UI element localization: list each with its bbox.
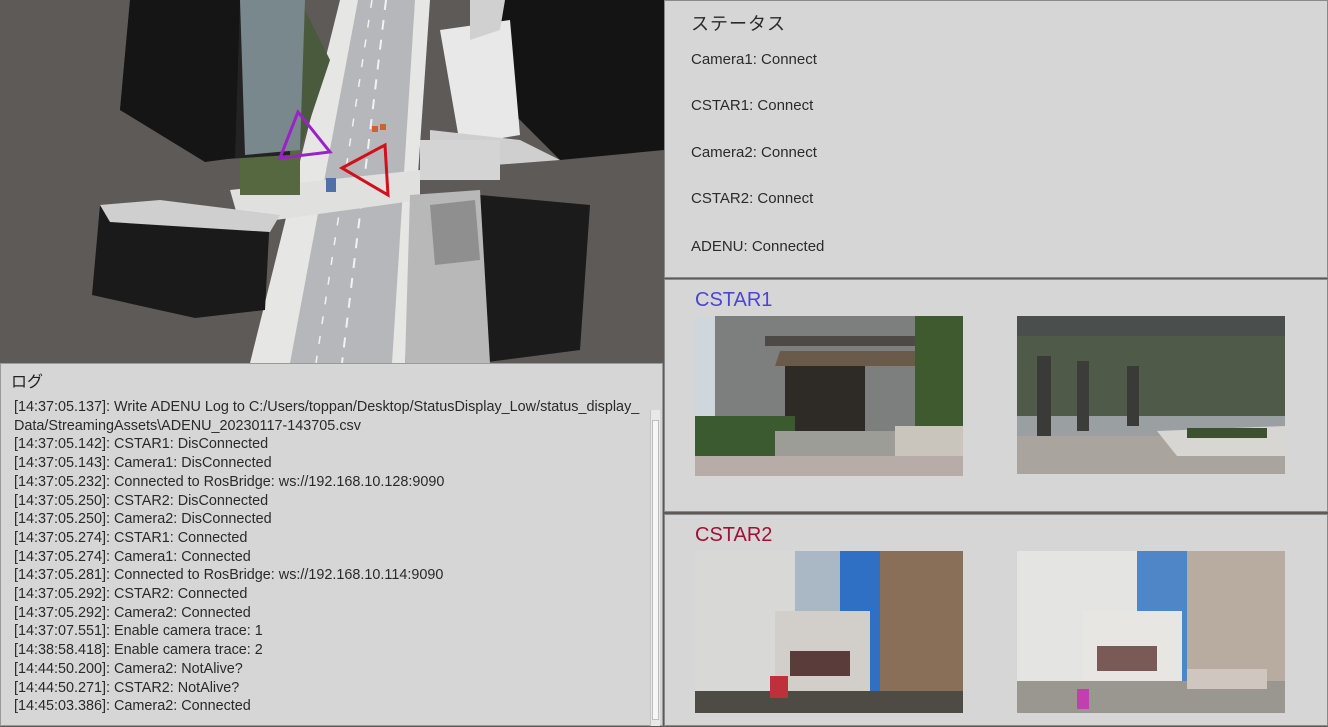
log-title: ログ bbox=[11, 374, 44, 391]
cstar2-camera-image bbox=[695, 551, 963, 713]
log-line: [14:38:58.418]: Enable camera trace: 2 bbox=[14, 642, 263, 659]
status-camera1: Camera1: Connect bbox=[691, 51, 817, 68]
log-line: [14:37:07.551]: Enable camera trace: 1 bbox=[14, 623, 263, 640]
status-adenu: ADENU: Connected bbox=[691, 238, 825, 255]
cstar2-reconstructed-image bbox=[1017, 551, 1285, 713]
cstar1-panel: CSTAR1 bbox=[664, 279, 1328, 512]
status-panel: ステータス Camera1: Connect CSTAR1: Connect C… bbox=[664, 0, 1328, 278]
log-line: [14:44:50.271]: CSTAR2: NotAlive? bbox=[14, 679, 240, 696]
log-scrollbar[interactable] bbox=[650, 410, 660, 726]
cstar2-title: CSTAR2 bbox=[695, 524, 773, 546]
status-cstar2: CSTAR2: Connect bbox=[691, 190, 814, 207]
cstar1-reconstructed-image bbox=[1017, 316, 1285, 474]
map-canvas[interactable] bbox=[0, 0, 664, 363]
status-title: ステータス bbox=[691, 14, 786, 34]
log-line: [14:37:05.281]: Connected to RosBridge: … bbox=[14, 567, 444, 584]
log-line: [14:37:05.232]: Connected to RosBridge: … bbox=[14, 473, 445, 490]
cstar1-camera-image bbox=[695, 316, 963, 476]
status-cstar1: CSTAR1: Connect bbox=[691, 97, 814, 114]
log-panel: ログ [14:37:05.137]: Write ADENU Log to C:… bbox=[0, 363, 663, 726]
log-line: [14:44:50.200]: Camera2: NotAlive? bbox=[14, 660, 243, 677]
log-line: [14:45:03.386]: Camera2: Connected bbox=[14, 698, 251, 715]
log-line: [14:37:05.292]: Camera2: Connected bbox=[14, 604, 251, 621]
log-line: [14:37:05.250]: CSTAR2: DisConnected bbox=[14, 492, 269, 509]
cstar2-panel: CSTAR2 bbox=[664, 514, 1328, 726]
building bbox=[420, 140, 500, 180]
log-line: [14:37:05.274]: CSTAR1: Connected bbox=[14, 529, 248, 546]
building bbox=[480, 195, 590, 363]
log-line: [14:37:05.250]: Camera2: DisConnected bbox=[14, 511, 272, 528]
log-line: [14:37:05.142]: CSTAR1: DisConnected bbox=[14, 436, 269, 453]
log-text[interactable]: [14:37:05.137]: Write ADENU Log to C:/Us… bbox=[14, 398, 646, 727]
cstar1-title: CSTAR1 bbox=[695, 289, 773, 311]
log-scrollbar-thumb[interactable] bbox=[652, 420, 659, 720]
log-line: [14:37:05.274]: Camera1: Connected bbox=[14, 548, 251, 565]
map-3d-view[interactable] bbox=[0, 0, 664, 363]
status-camera2: Camera2: Connect bbox=[691, 144, 817, 161]
log-line: [14:37:05.292]: CSTAR2: Connected bbox=[14, 586, 248, 603]
log-line: [14:37:05.137]: Write ADENU Log to C:/Us… bbox=[14, 399, 640, 434]
log-line: [14:37:05.143]: Camera1: DisConnected bbox=[14, 455, 272, 472]
